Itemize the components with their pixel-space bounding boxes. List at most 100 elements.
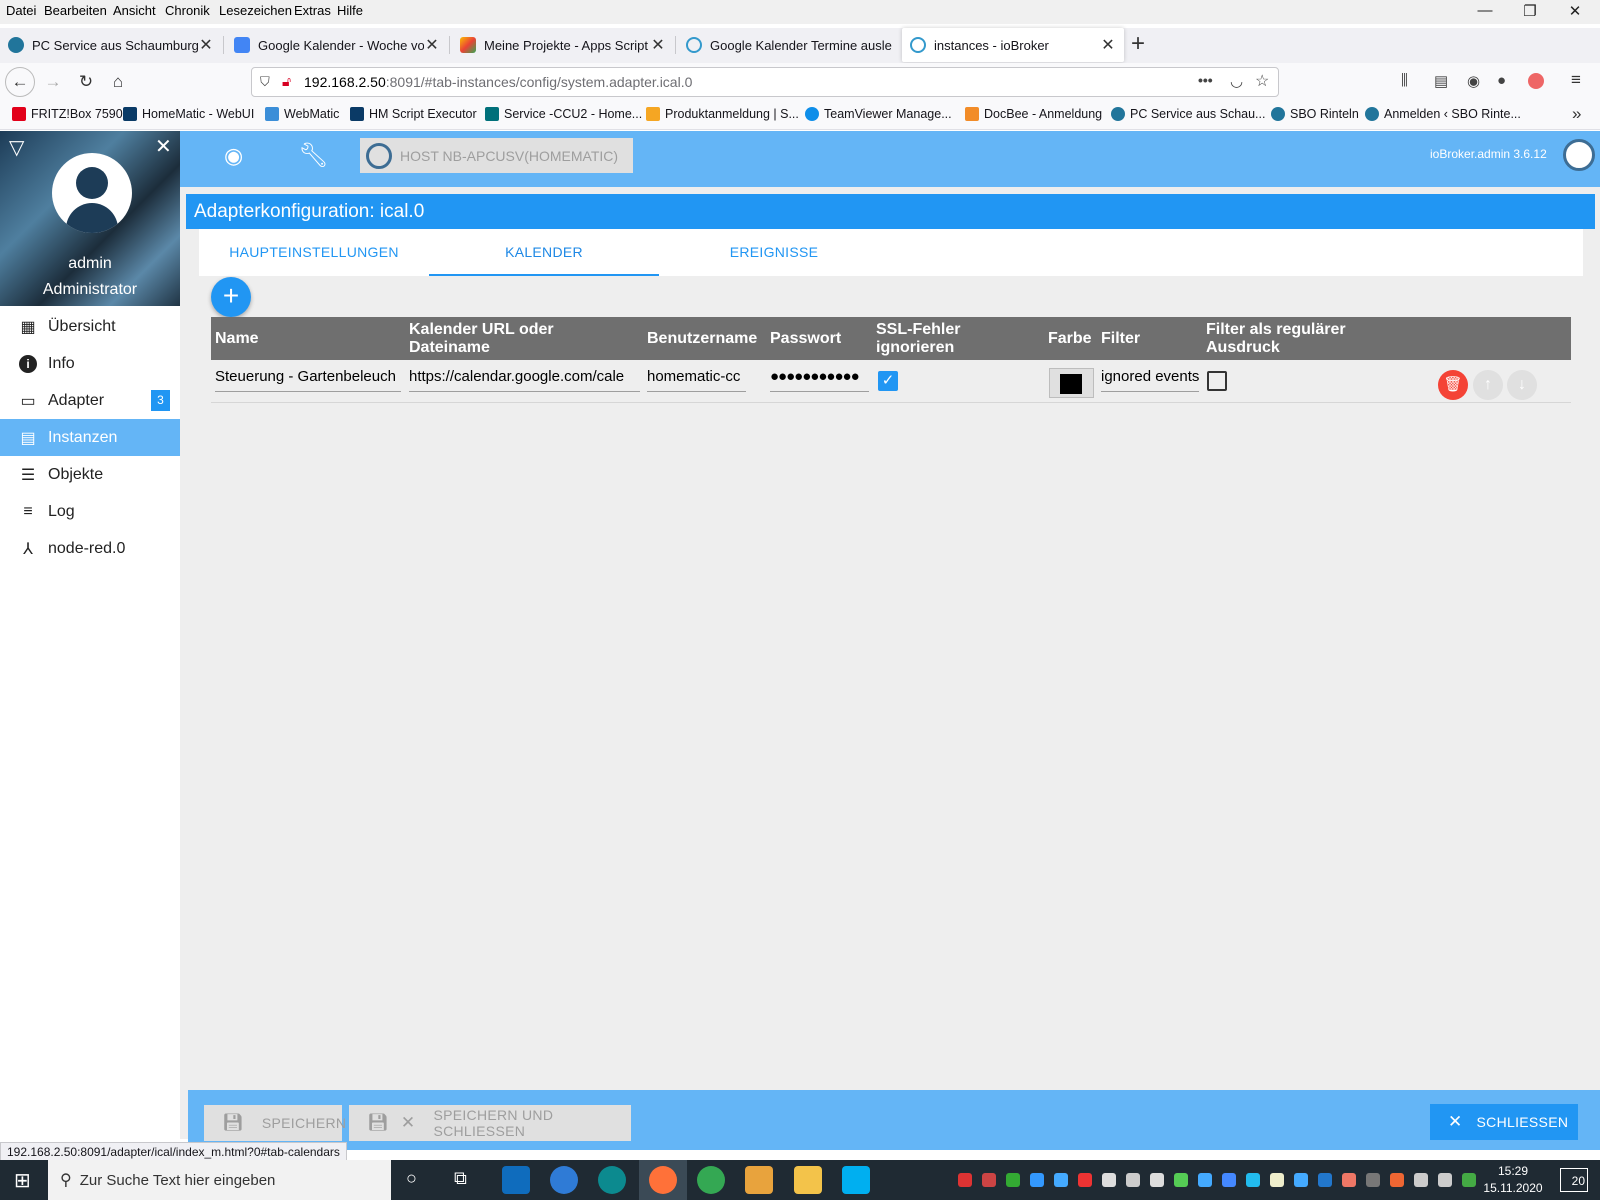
new-tab-button[interactable]: + <box>1131 30 1145 58</box>
menu-ansicht[interactable]: Ansicht <box>113 3 156 18</box>
insecure-lock-icon[interactable]: 🔓︎ <box>282 73 291 90</box>
tray-icon[interactable] <box>1390 1173 1404 1187</box>
clock-time[interactable]: 15:29 <box>1483 1164 1543 1178</box>
browser-tab[interactable]: Google Kalender Termine ausle <box>678 28 900 62</box>
bookmark-star-icon[interactable]: ☆ <box>1255 71 1269 91</box>
wrench-icon[interactable]: 🔧︎ <box>298 141 328 170</box>
tray-icon[interactable] <box>1078 1173 1092 1187</box>
bookmarks-overflow-icon[interactable]: » <box>1572 104 1581 124</box>
bookmark[interactable]: SBO Rinteln <box>1271 107 1359 121</box>
sidebar-toggle-icon[interactable]: ▤ <box>1434 72 1448 90</box>
cortana-icon[interactable]: ○ <box>406 1168 417 1189</box>
bookmark[interactable]: HM Script Executor <box>350 107 477 121</box>
tray-icon[interactable] <box>1294 1173 1308 1187</box>
tray-icon[interactable] <box>1006 1173 1020 1187</box>
menu-hamburger-icon[interactable]: ≡ <box>1571 70 1581 90</box>
sidebar-item-log[interactable]: ≡ Log <box>0 493 180 530</box>
restore-button[interactable]: ❐ <box>1515 2 1545 22</box>
tab-haupteinstellungen[interactable]: HAUPTEINSTELLUNGEN <box>199 229 429 276</box>
outlook-icon[interactable] <box>1318 1173 1332 1187</box>
bookmark[interactable]: FRITZ!Box 7590 <box>12 107 123 121</box>
url-bar[interactable]: ⛉ 🔓︎ 192.168.2.50:8091/#tab-instances/co… <box>251 67 1279 97</box>
chrome-icon[interactable] <box>697 1166 725 1194</box>
media-player-icon[interactable] <box>745 1166 773 1194</box>
tray-icon[interactable] <box>1438 1173 1452 1187</box>
browser-tab[interactable]: Meine Projekte - Apps Script ✕ <box>452 28 674 62</box>
page-actions-icon[interactable]: ••• <box>1198 72 1213 88</box>
move-down-button[interactable]: ↓ <box>1507 370 1537 400</box>
home-icon[interactable]: ⌂ <box>103 67 133 97</box>
tray-icon[interactable] <box>1054 1173 1068 1187</box>
firefox-icon[interactable] <box>649 1166 677 1194</box>
browser-tab[interactable]: Google Kalender - Woche vom ✕ <box>226 28 448 62</box>
menu-extras[interactable]: Extras <box>294 3 331 18</box>
taskbar-search-input[interactable]: ⚲ Zur Suche Text hier eingeben <box>48 1160 391 1200</box>
add-calendar-button[interactable]: + <box>211 277 251 317</box>
notification-center-icon[interactable]: 20 <box>1560 1168 1588 1192</box>
outlook-icon[interactable] <box>502 1166 530 1194</box>
save-close-button[interactable]: 💾︎ ✕ SPEICHERN UND SCHLIESSEN <box>349 1105 631 1141</box>
forward-arrow-icon[interactable]: → <box>38 67 68 97</box>
host-selector[interactable]: HOST NB-APCUSV(HOMEMATIC) <box>360 138 633 173</box>
tray-icon[interactable] <box>1174 1173 1188 1187</box>
tray-icon[interactable] <box>982 1173 996 1187</box>
sidebar-item-node-red[interactable]: ⅄ node-red.0 <box>0 530 180 567</box>
close-button[interactable]: ✕ SCHLIESSEN <box>1430 1104 1578 1140</box>
tray-icon[interactable] <box>1342 1173 1356 1187</box>
sidebar-item-info[interactable]: i Info <box>0 345 180 382</box>
shield-icon[interactable]: ⛉ <box>260 74 270 90</box>
ssl-ignore-checkbox[interactable]: ✓ <box>878 371 898 391</box>
task-view-icon[interactable]: ⧉ <box>454 1168 467 1189</box>
browser-tab-active[interactable]: instances - ioBroker ✕ <box>902 28 1124 62</box>
name-input[interactable]: Steuerung - Gartenbeleuch <box>215 362 401 392</box>
bookmark[interactable]: HomeMatic - WebUI <box>123 107 254 121</box>
close-tab-icon[interactable]: ✕ <box>424 35 440 55</box>
menu-chronik[interactable]: Chronik <box>165 3 210 18</box>
password-input[interactable]: ●●●●●●●●●●● <box>770 362 869 392</box>
sidebar-item-instanzen[interactable]: ▤ Instanzen <box>0 419 180 456</box>
back-arrow-icon[interactable]: ← <box>5 67 35 97</box>
iobroker-logo-icon[interactable] <box>1563 139 1595 171</box>
tab-kalender[interactable]: KALENDER <box>429 229 659 276</box>
tray-icon[interactable] <box>1030 1173 1044 1187</box>
menu-bearbeiten[interactable]: Bearbeiten <box>44 3 107 18</box>
bookmark[interactable]: TeamViewer Manage... <box>805 107 952 121</box>
calendar-url-input[interactable]: https://calendar.google.com/cale <box>409 362 640 392</box>
sidebar-item-uebersicht[interactable]: ▦ Übersicht <box>0 308 180 345</box>
skype-icon[interactable] <box>842 1166 870 1194</box>
clock-date[interactable]: 15.11.2020 <box>1483 1181 1543 1195</box>
edge-icon[interactable] <box>598 1166 626 1194</box>
url-text[interactable]: 192.168.2.50:8091/#tab-instances/config/… <box>304 74 692 90</box>
eye-icon[interactable]: ◉ <box>224 143 243 169</box>
bookmark[interactable]: Anmelden ‹ SBO Rinte... <box>1365 107 1521 121</box>
delete-button[interactable]: 🗑︎ <box>1438 370 1468 400</box>
extension-icon[interactable]: ● <box>1497 72 1506 89</box>
move-up-button[interactable]: ↑ <box>1473 370 1503 400</box>
username-input[interactable]: homematic-cc <box>647 362 746 392</box>
close-tab-icon[interactable]: ✕ <box>198 35 214 55</box>
pocket-icon[interactable]: ◡ <box>1230 72 1243 90</box>
bookmark[interactable]: WebMatic <box>265 107 339 121</box>
internet-explorer-icon[interactable] <box>550 1166 578 1194</box>
tray-icon[interactable] <box>1270 1173 1284 1187</box>
tray-icon[interactable] <box>1366 1173 1380 1187</box>
filter-input[interactable]: ignored events <box>1101 362 1199 392</box>
extension-icon[interactable] <box>1528 73 1544 89</box>
sidebar-item-adapter[interactable]: ▭ Adapter 3 <box>0 382 180 419</box>
close-tab-icon[interactable]: ✕ <box>650 35 666 55</box>
tray-icon[interactable] <box>1222 1173 1236 1187</box>
filter-regex-checkbox[interactable] <box>1207 371 1227 391</box>
library-icon[interactable]: ⫼ <box>1401 72 1408 89</box>
save-button[interactable]: 💾︎ SPEICHERN <box>204 1105 346 1141</box>
bookmark[interactable]: Service -CCU2 - Home... <box>485 107 642 121</box>
reload-icon[interactable]: ↻ <box>71 67 101 97</box>
tray-icon[interactable] <box>1198 1173 1212 1187</box>
filter-triangle-icon[interactable]: ▽ <box>9 135 24 160</box>
tray-icon[interactable] <box>1150 1173 1164 1187</box>
bookmark[interactable]: PC Service aus Schau... <box>1111 107 1265 121</box>
color-picker[interactable] <box>1049 368 1094 398</box>
minimize-button[interactable]: — <box>1470 2 1500 22</box>
close-tab-icon[interactable]: ✕ <box>1100 35 1116 55</box>
bookmark[interactable]: DocBee - Anmeldung <box>965 107 1102 121</box>
menu-lesezeichen[interactable]: Lesezeichen <box>219 3 292 18</box>
